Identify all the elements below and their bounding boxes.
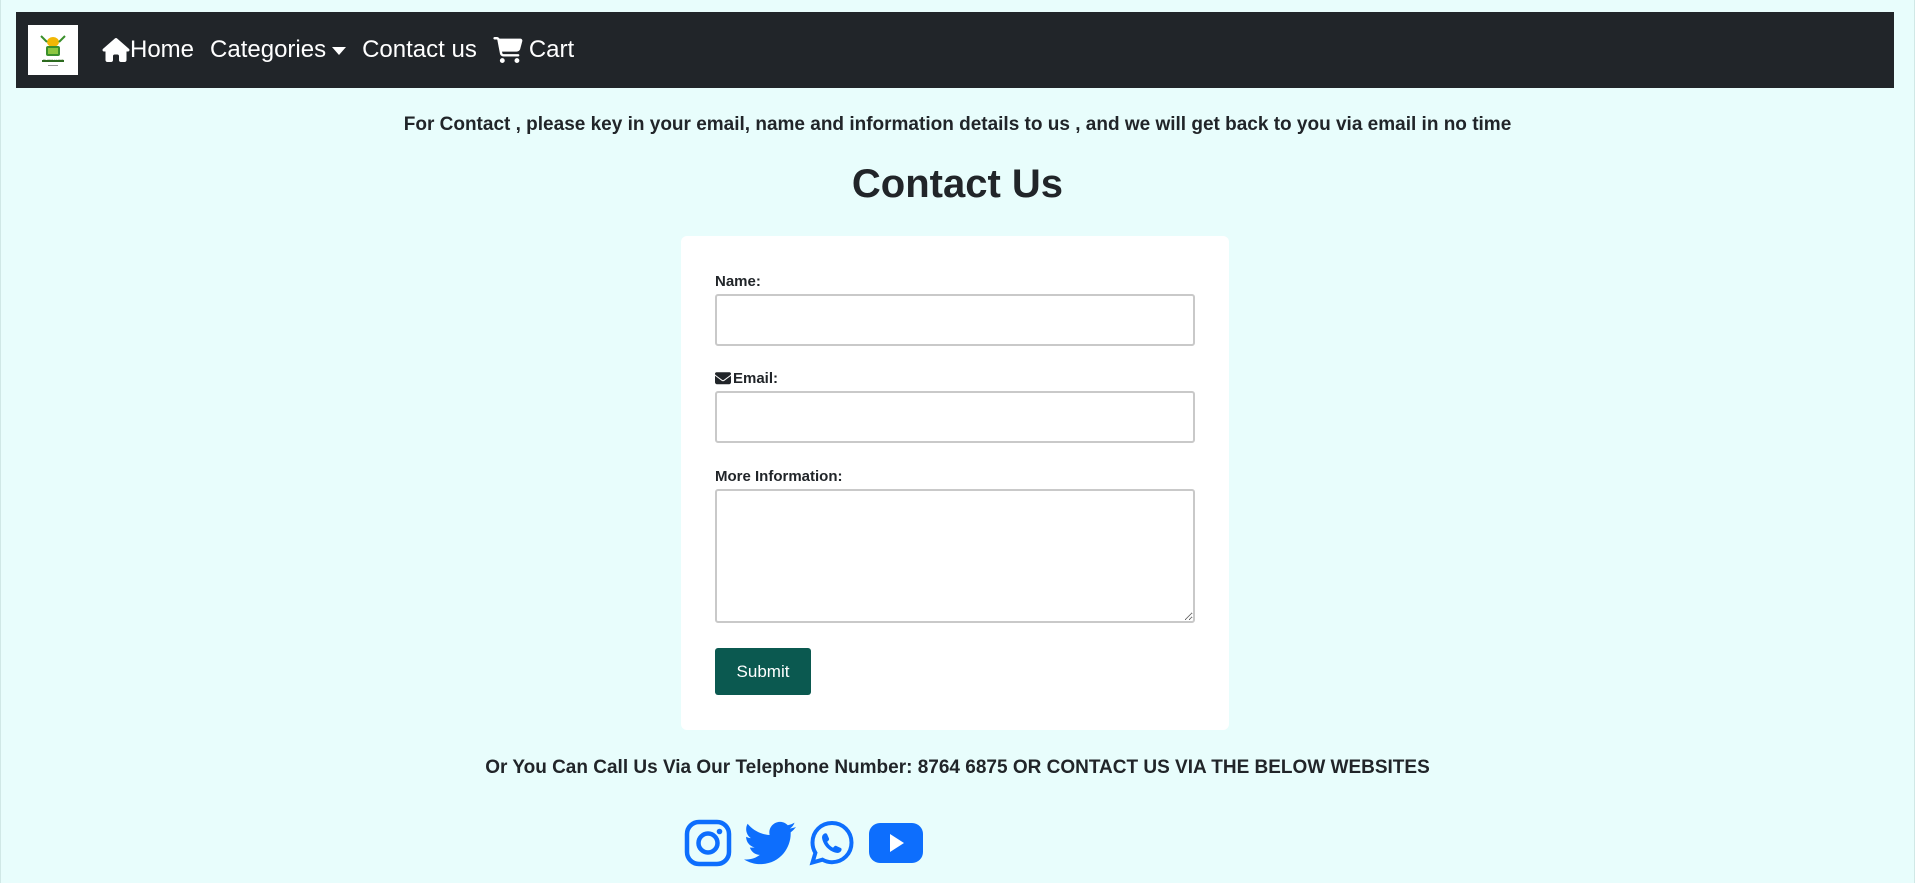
name-label: Name: (715, 273, 761, 290)
whatsapp-icon (809, 820, 854, 866)
home-icon (102, 38, 130, 62)
nav-home-label: Home (130, 36, 195, 63)
youtube-link[interactable] (868, 822, 924, 864)
name-label-text: Name: (715, 273, 761, 290)
nav-cart-label: Cart (528, 36, 575, 63)
chevron-down-icon (332, 47, 347, 55)
name-field[interactable] (715, 294, 1195, 346)
more-information-textarea[interactable] (715, 489, 1195, 623)
twitter-link[interactable] (744, 821, 796, 865)
email-label-text: Email: (733, 370, 779, 387)
contact-form: Name: Email: More Information: Submit (681, 236, 1229, 730)
telephone-text: Or You Can Call Us Via Our Telephone Num… (485, 757, 1430, 778)
nav-cart[interactable]: Cart (493, 36, 574, 64)
nav-categories-dropdown[interactable]: Categories (210, 36, 347, 64)
info-label: More Information: (715, 468, 843, 485)
navbar: SHRIMART Home Categories Contact us Cart (16, 12, 1894, 88)
logo-icon: SHRIMART (40, 35, 66, 66)
email-field[interactable] (715, 391, 1195, 443)
twitter-icon (744, 821, 796, 865)
email-label: Email: (715, 370, 778, 387)
nav-categories-label: Categories (210, 36, 327, 63)
envelope-icon (715, 372, 731, 385)
nav-contact-label: Contact us (362, 36, 477, 63)
nav-home[interactable]: Home (102, 36, 194, 64)
intro-text: For Contact , please key in your email, … (403, 114, 1512, 135)
page: SHRIMART Home Categories Contact us Cart… (0, 0, 1915, 883)
whatsapp-link[interactable] (808, 819, 856, 867)
brand-logo[interactable]: SHRIMART (28, 25, 78, 75)
social-links (684, 818, 936, 868)
youtube-icon (869, 823, 923, 863)
page-title: Contact Us (851, 162, 1064, 206)
info-label-text: More Information: (715, 468, 843, 485)
instagram-icon (684, 819, 732, 867)
logo-text: SHRIMART (43, 58, 64, 63)
instagram-link[interactable] (684, 819, 732, 867)
cart-icon (493, 37, 523, 63)
nav-contact[interactable]: Contact us (362, 36, 477, 64)
submit-button[interactable]: Submit (715, 648, 811, 695)
